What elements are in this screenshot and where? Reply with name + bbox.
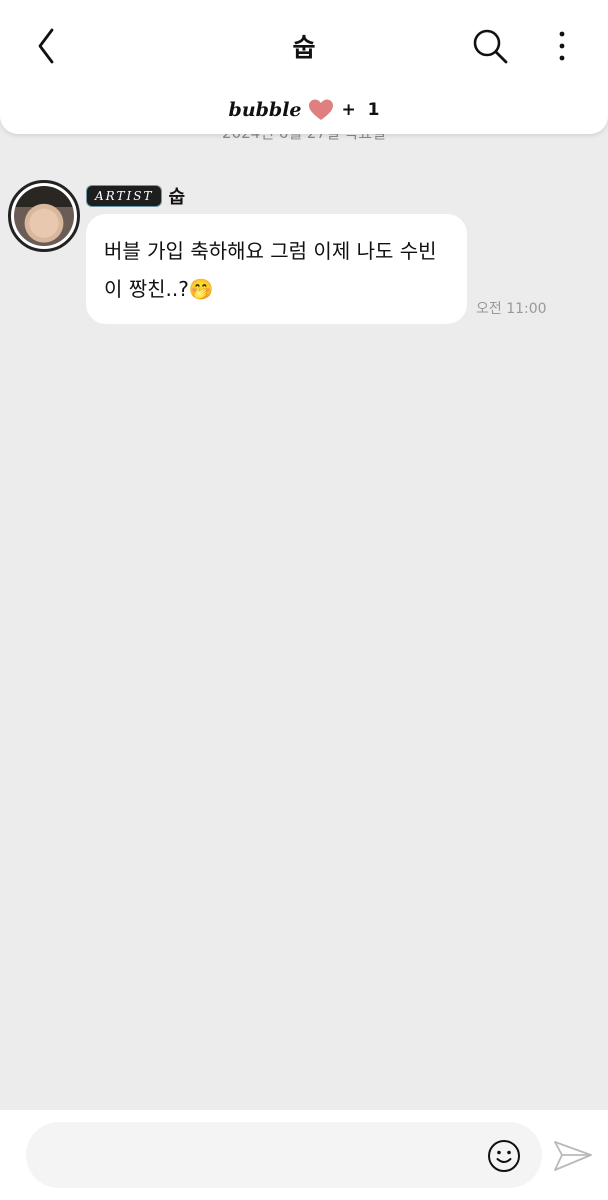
message-bubble[interactable]: 버블 가입 축하해요 그럼 이제 나도 수빈이 짱친..?🤭 bbox=[86, 214, 467, 324]
artist-badge: ARTIST bbox=[86, 185, 163, 207]
more-options-button[interactable] bbox=[552, 28, 572, 64]
bubble-logo: bubble bbox=[228, 99, 302, 121]
chat-title: 숩 bbox=[292, 33, 316, 62]
heart-icon bbox=[308, 99, 333, 120]
avatar-photo bbox=[14, 186, 74, 246]
emoji-button[interactable] bbox=[487, 1139, 521, 1173]
search-button[interactable] bbox=[470, 26, 510, 66]
sender-row: ARTIST 숩 bbox=[86, 183, 185, 209]
message-timestamp: 오전 11:00 bbox=[476, 301, 547, 317]
plus-count: + 1 bbox=[341, 100, 380, 120]
more-vertical-icon bbox=[559, 31, 565, 61]
avatar[interactable] bbox=[8, 180, 80, 252]
search-icon bbox=[473, 29, 508, 64]
chat-header: 숩 bubble + 1 bbox=[0, 0, 608, 134]
send-icon bbox=[554, 1141, 592, 1171]
send-button[interactable] bbox=[553, 1138, 593, 1174]
bubble-count[interactable]: bubble + 1 bbox=[0, 98, 608, 122]
message-input[interactable] bbox=[26, 1122, 542, 1188]
input-bar bbox=[0, 1110, 608, 1200]
smiley-icon bbox=[488, 1140, 520, 1172]
sender-name: 숩 bbox=[168, 187, 186, 208]
